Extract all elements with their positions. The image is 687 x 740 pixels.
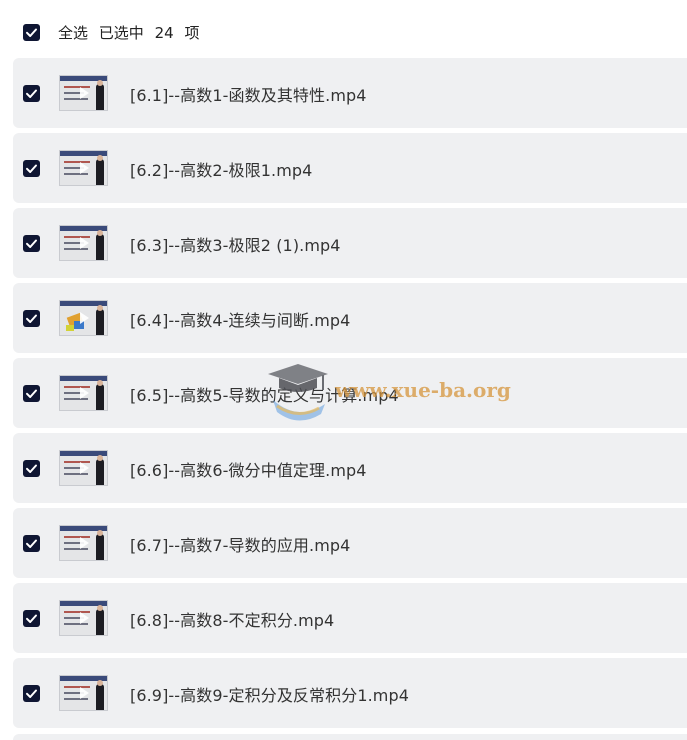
file-checkbox[interactable] xyxy=(23,385,40,402)
selected-suffix: 项 xyxy=(184,24,200,42)
video-thumbnail[interactable] xyxy=(59,75,108,111)
checkmark-icon xyxy=(26,314,37,323)
file-checkbox[interactable] xyxy=(23,310,40,327)
file-row[interactable]: [6.9]--高数9-定积分及反常积分1.mp4 xyxy=(13,658,687,728)
checkmark-icon xyxy=(26,28,37,37)
video-thumbnail[interactable] xyxy=(59,525,108,561)
checkmark-icon xyxy=(26,614,37,623)
file-row[interactable]: [6.4]--高数4-连续与间断.mp4 xyxy=(13,283,687,353)
checkmark-icon xyxy=(26,389,37,398)
file-checkbox[interactable] xyxy=(23,235,40,252)
list-item-partial[interactable] xyxy=(13,734,687,740)
file-row[interactable]: [6.8]--高数8-不定积分.mp4 xyxy=(13,583,687,653)
play-icon xyxy=(80,462,89,474)
file-row[interactable]: [6.1]--高数1-函数及其特性.mp4 xyxy=(13,58,687,128)
select-all-label[interactable]: 全选 xyxy=(58,24,88,42)
file-name[interactable]: [6.2]--高数2-极限1.mp4 xyxy=(130,157,312,181)
video-thumbnail[interactable] xyxy=(59,450,108,486)
file-name[interactable]: [6.6]--高数6-微分中值定理.mp4 xyxy=(130,457,367,481)
play-icon xyxy=(80,687,89,699)
file-checkbox[interactable] xyxy=(23,610,40,627)
selection-header: 全选 已选中 24 项 xyxy=(0,0,687,60)
play-icon xyxy=(80,612,89,624)
checkmark-icon xyxy=(26,89,37,98)
checkmark-icon xyxy=(26,539,37,548)
play-icon xyxy=(80,312,89,324)
play-icon xyxy=(80,387,89,399)
file-row[interactable]: [6.3]--高数3-极限2 (1).mp4 xyxy=(13,208,687,278)
file-checkbox[interactable] xyxy=(23,685,40,702)
file-name[interactable]: [6.1]--高数1-函数及其特性.mp4 xyxy=(130,82,367,106)
checkmark-icon xyxy=(26,164,37,173)
file-name[interactable]: [6.7]--高数7-导数的应用.mp4 xyxy=(130,532,350,556)
file-row[interactable]: [6.5]--高数5-导数的定义与计算.mp4 xyxy=(13,358,687,428)
video-thumbnail[interactable] xyxy=(59,600,108,636)
file-checkbox[interactable] xyxy=(23,535,40,552)
play-icon xyxy=(80,162,89,174)
video-thumbnail[interactable] xyxy=(59,675,108,711)
file-name[interactable]: [6.9]--高数9-定积分及反常积分1.mp4 xyxy=(130,682,409,706)
file-name[interactable]: [6.3]--高数3-极限2 (1).mp4 xyxy=(130,232,341,256)
file-row[interactable]: [6.6]--高数6-微分中值定理.mp4 xyxy=(13,433,687,503)
video-thumbnail[interactable] xyxy=(59,300,108,336)
file-row[interactable]: [6.7]--高数7-导数的应用.mp4 xyxy=(13,508,687,578)
play-icon xyxy=(80,237,89,249)
file-selection-panel: 全选 已选中 24 项 [6.1]--高数1-函数及其特性.mp4 [6.2]--… xyxy=(0,0,687,740)
checkmark-icon xyxy=(26,464,37,473)
selected-count: 24 xyxy=(154,24,174,42)
file-checkbox[interactable] xyxy=(23,85,40,102)
video-thumbnail[interactable] xyxy=(59,150,108,186)
selected-prefix: 已选中 xyxy=(98,24,144,42)
selection-summary: 全选 已选中 24 项 xyxy=(58,22,205,43)
checkmark-icon xyxy=(26,239,37,248)
video-thumbnail[interactable] xyxy=(59,375,108,411)
file-name[interactable]: [6.8]--高数8-不定积分.mp4 xyxy=(130,607,334,631)
file-checkbox[interactable] xyxy=(23,460,40,477)
play-icon xyxy=(80,87,89,99)
file-name[interactable]: [6.4]--高数4-连续与间断.mp4 xyxy=(130,307,350,331)
file-row[interactable]: [6.2]--高数2-极限1.mp4 xyxy=(13,133,687,203)
file-checkbox[interactable] xyxy=(23,160,40,177)
checkmark-icon xyxy=(26,689,37,698)
play-icon xyxy=(80,537,89,549)
video-thumbnail[interactable] xyxy=(59,225,108,261)
select-all-checkbox[interactable] xyxy=(23,24,40,41)
file-name[interactable]: [6.5]--高数5-导数的定义与计算.mp4 xyxy=(130,382,399,406)
